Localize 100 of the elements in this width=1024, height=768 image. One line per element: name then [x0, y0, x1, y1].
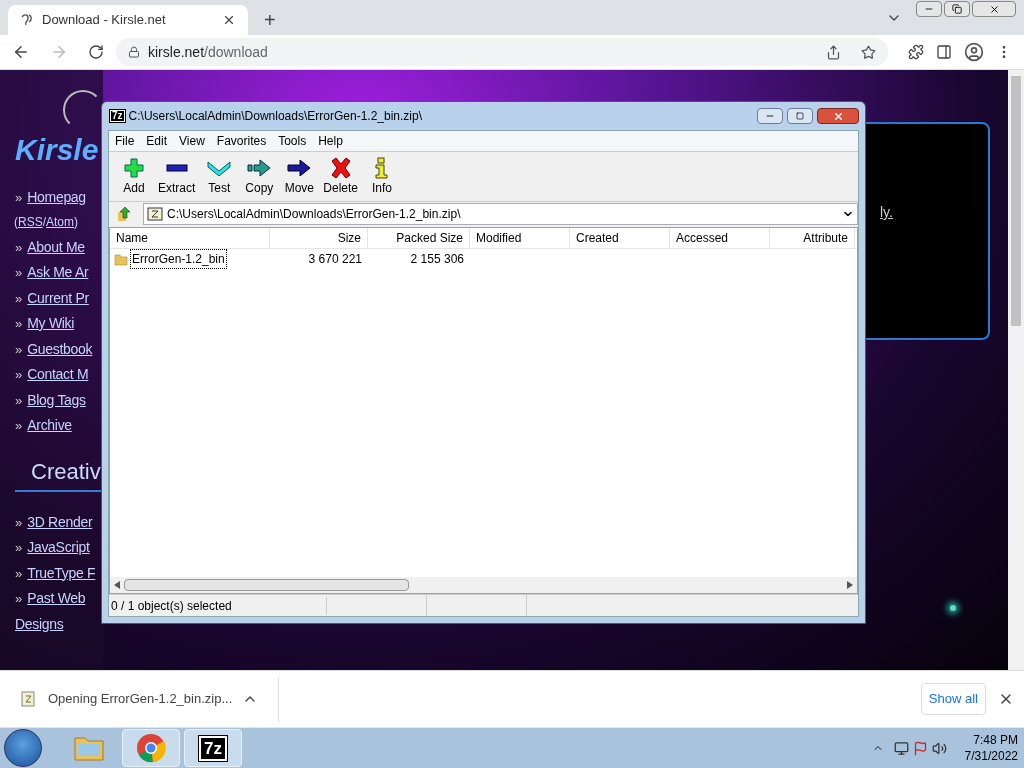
download-item-text[interactable]: Opening ErrorGen-1.2_bin.zip...	[48, 689, 238, 709]
toolbar-button[interactable]: Move	[280, 156, 319, 197]
menu-item[interactable]: Edit	[140, 132, 174, 150]
maximize-icon	[796, 112, 804, 120]
bullet-mark: »	[15, 238, 23, 257]
close-tab-icon[interactable]	[222, 13, 236, 27]
nav-link[interactable]: Homepag	[27, 187, 86, 208]
back-icon[interactable]	[12, 43, 30, 61]
network-icon[interactable]	[893, 740, 909, 756]
show-all-button[interactable]: Show all	[920, 683, 986, 715]
scroll-left-icon[interactable]	[114, 581, 120, 589]
lock-icon	[128, 46, 140, 58]
nav-link[interactable]: Blog Tags	[27, 389, 86, 411]
new-tab-button[interactable]: +	[260, 10, 280, 30]
bullet-mark: »	[15, 264, 23, 282]
nav-link[interactable]: Current Pr	[27, 287, 89, 309]
site-favicon-icon	[20, 13, 34, 27]
site-logo-text: Kirsle	[15, 135, 100, 165]
window-title: C:\Users\LocalAdmin\Downloads\ErrorGen-1.2_bin.zip\	[128, 108, 424, 125]
feed-link[interactable]: RSS	[18, 212, 43, 231]
bullet-mark: »	[15, 315, 23, 333]
nav-link[interactable]: Past Web	[27, 588, 86, 609]
archive-file-icon	[147, 206, 163, 221]
nav-link[interactable]: JavaScript	[27, 537, 90, 558]
bullet-mark: »	[15, 289, 23, 308]
nav-link[interactable]: TrueType F	[27, 562, 96, 584]
file-name-cell[interactable]: ErrorGen-1.2_bin	[130, 249, 227, 269]
clock[interactable]: 7:48 PM 7/31/2022	[964, 732, 1018, 764]
nav-link[interactable]: Guestbook	[27, 338, 93, 360]
nav-link[interactable]: Contact M	[27, 364, 89, 385]
path-field[interactable]: C:\Users\LocalAdmin\Downloads\ErrorGen-1.2_bin.zip\	[143, 202, 858, 225]
taskbar-app-button[interactable]	[122, 729, 180, 767]
bullet-mark: »	[15, 189, 23, 207]
minimize-button[interactable]	[757, 108, 783, 124]
browser-tab[interactable]: Download - Kirsle.net	[8, 5, 248, 35]
close-icon	[832, 110, 844, 122]
nav-link[interactable]: Designs	[15, 613, 64, 635]
feed-link[interactable]: Atom	[46, 212, 75, 231]
close-button[interactable]	[817, 108, 859, 124]
restore-icon	[952, 4, 962, 14]
volume-icon[interactable]	[931, 740, 947, 756]
bullet-mark: »	[15, 513, 23, 532]
status-text: 0 / 1 object(s) selected	[109, 596, 327, 615]
bullet-mark: »	[15, 340, 23, 359]
folder-icon	[73, 734, 105, 762]
browser-logo-icon	[136, 733, 166, 763]
column-header[interactable]: Size	[270, 228, 368, 248]
path-text: C:\Users\LocalAdmin\Downloads\ErrorGen-1.2_bin.zip\	[167, 205, 462, 223]
menu-item[interactable]: Help	[312, 132, 349, 150]
side-panel-icon[interactable]	[936, 44, 952, 60]
toolbar-button[interactable]: Test	[200, 156, 239, 197]
column-header[interactable]: Accessed	[670, 228, 770, 248]
bullet-mark: »	[15, 564, 23, 583]
column-header[interactable]: Modified	[470, 228, 570, 248]
flag-icon[interactable]	[912, 740, 928, 756]
menu-item[interactable]: Favorites	[210, 132, 273, 150]
restore-button[interactable]	[944, 1, 970, 17]
scroll-right-icon[interactable]	[847, 581, 853, 589]
nav-link[interactable]: About Me	[27, 236, 85, 258]
nav-link[interactable]: My Wiki	[27, 313, 75, 334]
close-icon	[988, 3, 1000, 15]
panel-text: ly.	[880, 203, 893, 222]
toolbar-button[interactable]: Add	[115, 156, 153, 197]
column-header[interactable]: Attribute	[770, 228, 855, 248]
extensions-icon[interactable]	[908, 44, 924, 60]
packed-size-cell-text: 2 155 306	[409, 251, 465, 268]
menu-item[interactable]: View	[173, 132, 211, 150]
page-scrollbar[interactable]	[1008, 70, 1024, 670]
nav-link[interactable]: Archive	[27, 415, 72, 436]
maximize-button[interactable]	[787, 108, 813, 124]
profile-icon[interactable]	[964, 42, 984, 62]
taskbar-app-button[interactable]: 7z	[184, 729, 242, 767]
horizontal-scrollbar[interactable]	[110, 577, 857, 593]
menu-item[interactable]: Tools	[272, 132, 313, 150]
size-cell-text: 3 670 221	[307, 251, 363, 268]
right-arrow-icon	[247, 156, 272, 179]
share-icon[interactable]	[826, 44, 841, 60]
url-text: kirsle.net/download	[148, 42, 269, 62]
folder-icon	[114, 252, 128, 266]
toolbar-button[interactable]: Extract	[155, 156, 199, 197]
toolbar-button[interactable]: Info	[363, 156, 402, 197]
toolbar-button[interactable]: Copy	[240, 156, 279, 197]
column-header[interactable]: Name	[110, 228, 270, 248]
column-header[interactable]: Created	[570, 228, 670, 248]
nav-link[interactable]: 3D Render	[27, 511, 93, 533]
bullet-mark: »	[15, 366, 23, 384]
bullet-mark: »	[15, 417, 23, 435]
reload-icon[interactable]	[88, 44, 104, 60]
feed-separator: /	[42, 213, 47, 231]
archiver-logo-icon: 7z	[199, 735, 227, 761]
start-orb-icon[interactable]	[4, 729, 42, 767]
column-header[interactable]: Packed Size	[368, 228, 470, 248]
bullet-mark: »	[15, 391, 23, 410]
app-logo-icon: 7z	[110, 110, 125, 122]
bookmark-star-icon[interactable]	[861, 44, 876, 60]
nav-link[interactable]: Ask Me Ar	[27, 262, 89, 283]
bullet-mark: »	[15, 539, 23, 557]
menu-item[interactable]: File	[109, 132, 141, 150]
address-bar[interactable]: kirsle.net/download	[116, 38, 888, 66]
toolbar-button[interactable]: Delete	[320, 156, 362, 197]
